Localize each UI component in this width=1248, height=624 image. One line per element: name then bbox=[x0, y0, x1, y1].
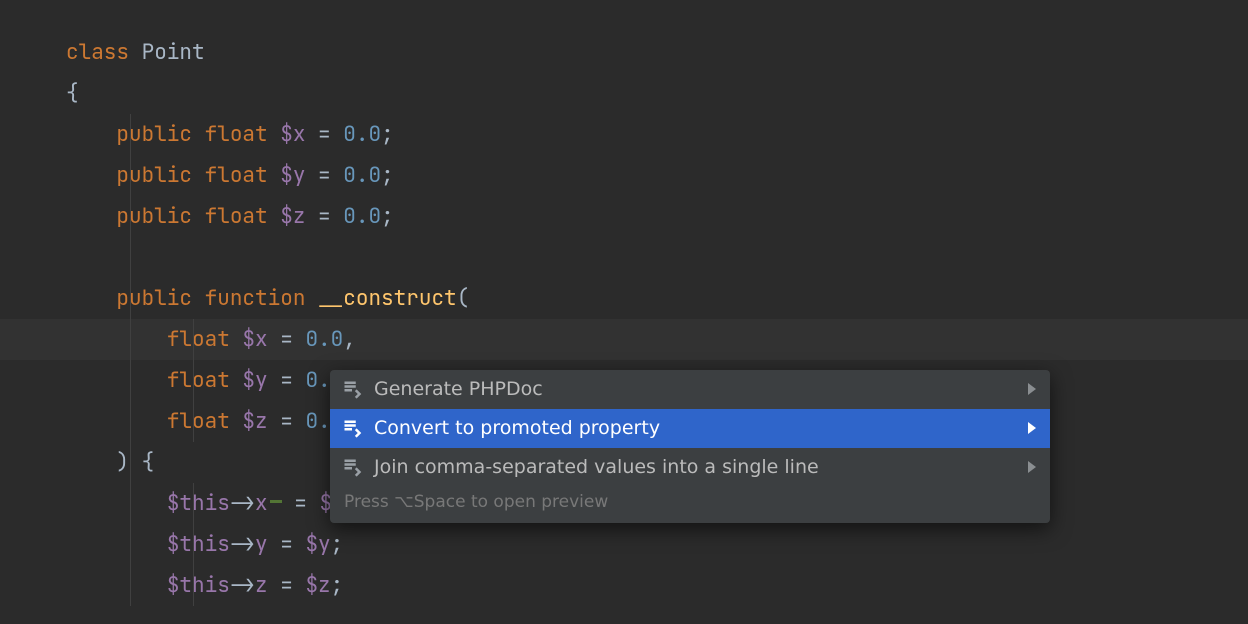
code-line: $this->z = $z; bbox=[0, 565, 1248, 606]
intention-bulb-icon bbox=[342, 418, 362, 438]
class-name: Point bbox=[142, 39, 205, 66]
code-line: public function __construct( bbox=[0, 278, 1248, 319]
modifier: public bbox=[116, 121, 192, 148]
code-line: { bbox=[0, 73, 1248, 114]
comma: , bbox=[343, 326, 356, 353]
type: float bbox=[205, 162, 268, 189]
equals: = bbox=[280, 531, 293, 558]
popup-preview-hint: Press ⌥Space to open preview bbox=[330, 486, 1050, 522]
variable: $y bbox=[280, 162, 305, 189]
intention-item-generate-phpdoc[interactable]: Generate PHPDoc bbox=[330, 370, 1050, 409]
intention-actions-popup[interactable]: Generate PHPDoc Convert to promoted prop… bbox=[330, 370, 1050, 523]
keyword-function: function bbox=[205, 285, 306, 312]
type: float bbox=[167, 367, 230, 394]
function-name: __construct bbox=[318, 285, 457, 312]
chevron-right-icon bbox=[1028, 461, 1036, 473]
intention-item-label: Generate PHPDoc bbox=[374, 378, 1016, 401]
intention-item-join-comma[interactable]: Join comma-separated values into a singl… bbox=[330, 448, 1050, 487]
chevron-right-icon bbox=[1028, 422, 1036, 434]
variable: $z bbox=[305, 572, 330, 599]
this-ref: $this bbox=[167, 490, 230, 517]
arrow: -> bbox=[230, 490, 255, 517]
semicolon: ; bbox=[331, 572, 344, 599]
inlay-hint-icon bbox=[270, 500, 282, 503]
type: float bbox=[205, 121, 268, 148]
modifier: public bbox=[116, 285, 192, 312]
variable: $y bbox=[305, 531, 330, 558]
code-line-highlighted: float $x = 0.0, bbox=[0, 319, 1248, 360]
modifier: public bbox=[116, 203, 192, 230]
equals: = bbox=[318, 203, 331, 230]
type: float bbox=[167, 326, 230, 353]
equals: = bbox=[318, 121, 331, 148]
property: z bbox=[255, 572, 268, 599]
intention-item-label: Convert to promoted property bbox=[374, 417, 1016, 440]
keyword-class: class bbox=[66, 39, 129, 66]
equals: = bbox=[294, 490, 307, 517]
equals: = bbox=[280, 326, 293, 353]
paren-close-brace-open: ) { bbox=[116, 449, 154, 476]
type: float bbox=[167, 408, 230, 435]
type: float bbox=[205, 203, 268, 230]
this-ref: $this bbox=[167, 531, 230, 558]
paren-open: ( bbox=[457, 285, 470, 312]
property: y bbox=[255, 531, 268, 558]
code-line: public float $y = 0.0; bbox=[0, 155, 1248, 196]
arrow: -> bbox=[230, 531, 255, 558]
brace-open: { bbox=[66, 80, 79, 107]
semicolon: ; bbox=[381, 162, 394, 189]
number: 0.0 bbox=[343, 121, 381, 148]
semicolon: ; bbox=[331, 531, 344, 558]
number: 0.0 bbox=[343, 162, 381, 189]
equals: = bbox=[280, 572, 293, 599]
code-line: public float $z = 0.0; bbox=[0, 196, 1248, 237]
semicolon: ; bbox=[381, 121, 394, 148]
equals: = bbox=[318, 162, 331, 189]
intention-bulb-icon bbox=[342, 379, 362, 399]
code-line: class Point bbox=[0, 32, 1248, 73]
code-line: public float $x = 0.0; bbox=[0, 114, 1248, 155]
intention-bulb-icon bbox=[342, 457, 362, 477]
equals: = bbox=[280, 408, 293, 435]
chevron-right-icon bbox=[1028, 383, 1036, 395]
variable: $z bbox=[242, 408, 267, 435]
equals: = bbox=[280, 367, 293, 394]
number: 0.0 bbox=[305, 326, 343, 353]
semicolon: ; bbox=[381, 203, 394, 230]
intention-item-label: Join comma-separated values into a singl… bbox=[374, 456, 1016, 479]
variable: $y bbox=[242, 367, 267, 394]
modifier: public bbox=[116, 162, 192, 189]
number: 0.0 bbox=[343, 203, 381, 230]
variable: $x bbox=[242, 326, 267, 353]
variable: $z bbox=[280, 203, 305, 230]
variable: $x bbox=[280, 121, 305, 148]
arrow: -> bbox=[230, 572, 255, 599]
property: x bbox=[255, 490, 268, 517]
code-line-blank bbox=[0, 237, 1248, 278]
code-line: $this->y = $y; bbox=[0, 524, 1248, 565]
intention-item-convert-promoted[interactable]: Convert to promoted property bbox=[330, 409, 1050, 448]
this-ref: $this bbox=[167, 572, 230, 599]
